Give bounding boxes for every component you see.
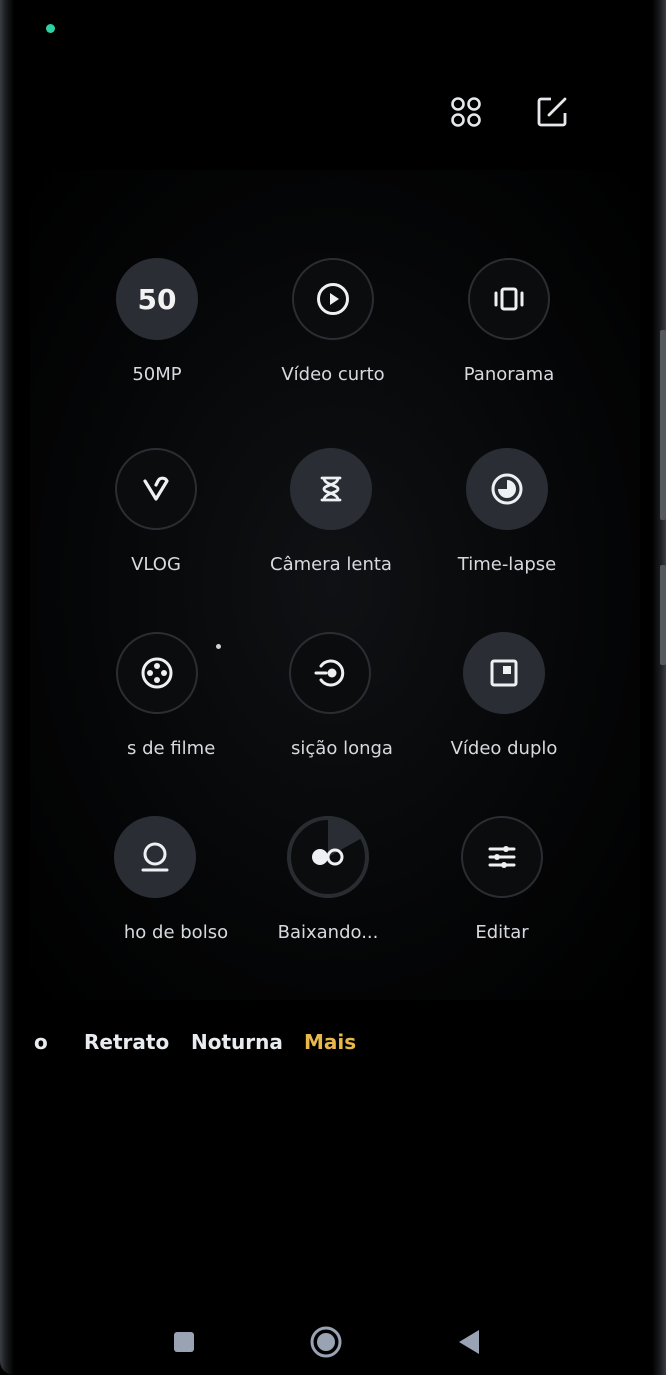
square-icon[interactable]: [168, 1322, 200, 1362]
mode-filmes[interactable]: s de filme: [57, 632, 257, 782]
mode-modo-de-bolso[interactable]: ho de bolso: [55, 816, 255, 966]
mode-label: Panorama: [463, 364, 555, 385]
mode-label: Vídeo curto: [281, 364, 385, 385]
tab-noturna[interactable]: Noturna: [191, 1030, 283, 1054]
mode-50mp[interactable]: 50 50MP: [57, 258, 257, 408]
50mp-number: 50: [137, 282, 177, 316]
side-button: [660, 565, 666, 665]
download-progress-icon: [287, 816, 369, 898]
tab-retrato[interactable]: Retrato: [84, 1030, 169, 1054]
mode-vlog[interactable]: VLOG: [56, 448, 256, 598]
tab-mais[interactable]: Mais: [304, 1030, 356, 1054]
side-button: [660, 330, 666, 520]
phone-bezel-left: [0, 0, 14, 1375]
hourglass-icon: [290, 448, 372, 530]
vlog-icon: [115, 448, 197, 530]
mode-video-duplo[interactable]: Vídeo duplo: [404, 632, 604, 782]
tab-partial[interactable]: o: [34, 1030, 48, 1054]
mode-camera-lenta[interactable]: Câmera lenta: [231, 448, 431, 598]
panorama-icon: [468, 258, 550, 340]
camera-indicator-dot: [46, 24, 55, 33]
mode-label: Time-lapse: [457, 554, 557, 575]
film-reel-icon: [116, 632, 198, 714]
sliders-icon: [461, 816, 543, 898]
triangle-icon[interactable]: [452, 1322, 484, 1362]
mode-label: ho de bolso: [123, 922, 229, 943]
mode-editar[interactable]: Editar: [402, 816, 602, 966]
mode-label: sição longa: [291, 738, 393, 759]
timer-icon: [466, 448, 548, 530]
mode-label: s de filme: [127, 738, 216, 759]
grid-icon[interactable]: [446, 92, 486, 132]
mode-time-lapse[interactable]: Time-lapse: [407, 448, 607, 598]
play-circle-icon: [292, 258, 374, 340]
edit-icon[interactable]: [532, 92, 572, 132]
pocket-mode-icon: [114, 816, 196, 898]
mode-label: Editar: [475, 922, 529, 943]
mode-video-curto[interactable]: Vídeo curto: [233, 258, 433, 408]
mode-baixando[interactable]: Baixando...: [228, 816, 428, 966]
mode-label: 50MP: [132, 364, 182, 385]
mode-exposicao-longa[interactable]: sição longa: [230, 632, 430, 782]
dual-video-icon: [463, 632, 545, 714]
long-exposure-icon: [289, 632, 371, 714]
camera-more-modes-screen: 50 50MP Vídeo curto Panorama VLOG Câmera…: [0, 0, 666, 1375]
mode-label: Câmera lenta: [270, 554, 392, 575]
circle-icon[interactable]: [306, 1322, 346, 1362]
phone-bezel-right: [652, 0, 666, 1375]
mode-label: Vídeo duplo: [450, 738, 558, 759]
mode-label: VLOG: [131, 554, 181, 575]
mode-panorama[interactable]: Panorama: [409, 258, 609, 408]
50mp-icon: 50: [116, 258, 198, 340]
mode-label: Baixando...: [277, 922, 379, 943]
